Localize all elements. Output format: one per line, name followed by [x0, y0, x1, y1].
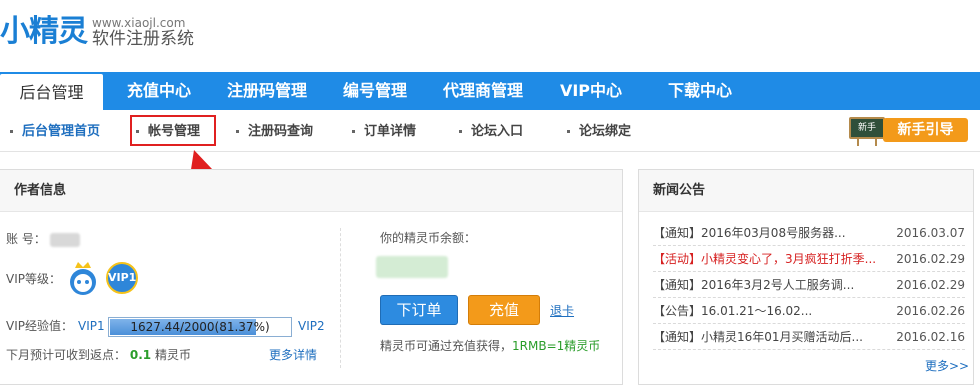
beginner-guide-button[interactable]: 新手 新手引导	[849, 116, 968, 146]
main-nav: 后台管理 充值中心 注册码管理 编号管理 代理商管理 VIP中心 下载中心	[0, 72, 980, 112]
balance-value-blurred	[376, 256, 448, 278]
news-more-link[interactable]: 更多>>	[925, 357, 969, 374]
subnav-label: 订单详情	[364, 124, 417, 139]
logo-url: www.xiaojl.com	[92, 16, 186, 30]
news-title: 【通知】2016年3月2号人工服务调...	[653, 278, 855, 292]
subnav-order-detail[interactable]: 订单详情	[352, 123, 416, 141]
rebate-label: 下月预计可收到返点：	[6, 348, 127, 362]
logo-subtitle: 软件注册系统	[92, 29, 194, 49]
subnav-label: 注册码查询	[248, 124, 314, 139]
rebate-unit: 精灵币	[154, 348, 191, 362]
rebate-value: 0.1	[129, 348, 152, 362]
subnav-label: 论坛绑定	[579, 124, 632, 139]
panel-title: 作者信息	[0, 170, 622, 212]
vip-level-label: VIP等级：	[6, 272, 61, 286]
nav-tab-number[interactable]: 编号管理	[330, 72, 420, 110]
bullet-icon	[236, 130, 239, 133]
news-title: 【公告】16.01.21～16.02...	[653, 304, 813, 318]
vip-progress-bar: 1627.44/2000(81.37%)	[108, 317, 292, 337]
panel-title: 新闻公告	[639, 170, 973, 212]
bullet-icon	[459, 130, 462, 133]
header: 小精灵 www.xiaojl.com 软件注册系统	[0, 0, 980, 72]
news-panel: 新闻公告 【通知】2016年03月08号服务器... 2016.03.07 【活动…	[638, 169, 974, 385]
note-text: 精灵币可通过充值获得，	[380, 339, 513, 353]
account-row: 账 号：	[6, 231, 80, 247]
guide-label: 新手引导	[883, 118, 968, 142]
nav-tab-admin[interactable]: 后台管理	[0, 74, 103, 112]
vip-to-level: VIP2	[298, 319, 325, 333]
rebate-row: 下月预计可收到返点： 0.1 精灵币	[6, 347, 191, 363]
refund-card-link[interactable]: 退卡	[550, 303, 574, 319]
bullet-icon	[567, 130, 570, 133]
account-value-blurred	[49, 232, 80, 247]
vip-from-level: VIP1	[78, 319, 105, 333]
nav-tab-download[interactable]: 下载中心	[655, 72, 745, 110]
news-item[interactable]: 【活动】小精灵变心了，3月疯狂打折季... 2016.02.29	[653, 246, 965, 272]
news-item[interactable]: 【通知】2016年03月08号服务器... 2016.03.07	[653, 220, 965, 246]
vip-exp-label: VIP经验值：	[6, 319, 73, 333]
more-details-link[interactable]: 更多详情	[269, 347, 317, 363]
recharge-note: 精灵币可通过充值获得，1RMB=1精灵币	[380, 338, 600, 354]
news-date: 2016.02.29	[896, 252, 965, 266]
news-list: 【通知】2016年03月08号服务器... 2016.03.07 【活动】小精灵变…	[653, 220, 965, 350]
news-item[interactable]: 【公告】16.01.21～16.02... 2016.02.26	[653, 298, 965, 324]
news-title: 【通知】2016年03月08号服务器...	[653, 226, 846, 240]
subnav-forum-bind[interactable]: 论坛绑定	[567, 123, 631, 141]
progress-text: 1627.44/2000(81.37%)	[130, 320, 270, 334]
subnav-regcode-query[interactable]: 注册码查询	[236, 123, 313, 141]
blackboard-legs	[857, 139, 877, 146]
bullet-icon	[352, 130, 355, 133]
account-label: 账 号：	[6, 232, 46, 246]
vip-avatar-icon	[70, 262, 96, 295]
subnav-forum-entry[interactable]: 论坛入口	[459, 123, 523, 141]
news-title: 【通知】小精灵16年01月买赠活动后...	[653, 330, 863, 344]
place-order-button[interactable]: 下订单	[380, 295, 458, 325]
logo-text[interactable]: 小精灵	[0, 14, 88, 50]
note-rate: 1RMB=1精灵币	[512, 339, 601, 353]
nav-tab-regcode[interactable]: 注册码管理	[215, 72, 319, 110]
subnav-label: 后台管理首页	[22, 124, 101, 139]
news-date: 2016.02.16	[896, 330, 965, 344]
subnav-label: 论坛入口	[471, 124, 524, 139]
subnav-admin-home[interactable]: 后台管理首页	[10, 123, 100, 141]
news-date: 2016.02.26	[896, 304, 965, 318]
news-date: 2016.02.29	[896, 278, 965, 292]
vip-badge-icon: VIP1	[106, 262, 138, 294]
recharge-button[interactable]: 充值	[468, 295, 540, 325]
nav-tab-vip[interactable]: VIP中心	[548, 72, 634, 110]
news-item[interactable]: 【通知】2016年3月2号人工服务调... 2016.02.29	[653, 272, 965, 298]
bullet-icon	[10, 130, 13, 133]
balance-label: 你的精灵币余额：	[380, 231, 477, 245]
divider	[340, 228, 341, 368]
highlight-box	[130, 115, 216, 146]
news-title: 【活动】小精灵变心了，3月疯狂打折季...	[653, 252, 877, 266]
news-date: 2016.03.07	[896, 226, 965, 240]
nav-tab-agent[interactable]: 代理商管理	[430, 72, 536, 110]
nav-tab-recharge[interactable]: 充值中心	[110, 72, 208, 110]
blackboard-icon: 新手	[849, 117, 885, 139]
news-item[interactable]: 【通知】小精灵16年01月买赠活动后... 2016.02.16	[653, 324, 965, 350]
